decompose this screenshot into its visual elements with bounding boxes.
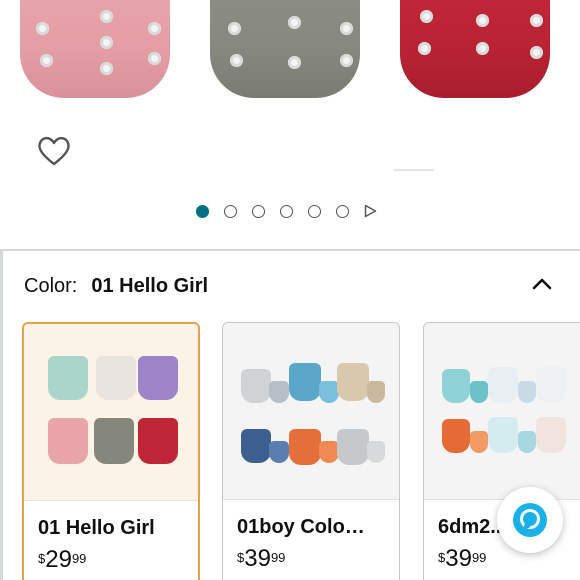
play-triangle-icon[interactable] [364,204,377,218]
carousel-dot[interactable] [280,204,293,218]
carousel-dot[interactable] [308,204,321,218]
carousel-dot[interactable] [224,204,237,218]
swatch-price: $29 99 [38,546,87,573]
swatch-image [424,323,580,499]
alexa-button[interactable] [497,487,563,553]
swatch-price: $39 99 [237,545,286,572]
swatch-image [223,323,399,499]
product-image-carousel[interactable] [0,0,580,250]
swatch-info: 01 Hello Girl $29 99 [24,500,198,580]
heart-outline-icon[interactable] [37,134,71,168]
alexa-ring-icon [513,503,547,537]
carousel-dot[interactable] [336,204,349,218]
swatch-info: 01boy Colo… $39 99 [223,499,399,580]
color-label: Color: [24,274,78,297]
swatch-price: $39 99 [438,545,487,572]
carousel-dot[interactable] [196,204,209,218]
swatch-card[interactable]: 01boy Colo… $39 99 [222,322,400,580]
color-variation-header[interactable]: Color: 01 Hello Girl [24,272,554,300]
image-shadow-line [394,169,434,171]
product-image-gray-diaper [210,0,360,98]
product-image-pink-diaper [20,0,170,98]
color-swatch-list: 01 Hello Girl $2999 01boy Colo… $3999 [22,322,580,580]
selected-color-value: 01 Hello Girl [91,274,209,297]
product-image-red-diaper [400,0,550,98]
chevron-up-icon[interactable] [530,274,554,294]
swatch-image [24,324,198,500]
swatch-card[interactable]: 6dm2... $39 99 [423,322,580,580]
swatch-name: 01 Hello Girl [38,517,155,539]
carousel-dot[interactable] [252,204,265,218]
swatch-name: 01boy Colo… [237,516,365,538]
section-divider [0,249,580,251]
swatch-card[interactable]: 01 Hello Girl $29 99 [22,322,200,580]
carousel-indicators [196,204,377,218]
